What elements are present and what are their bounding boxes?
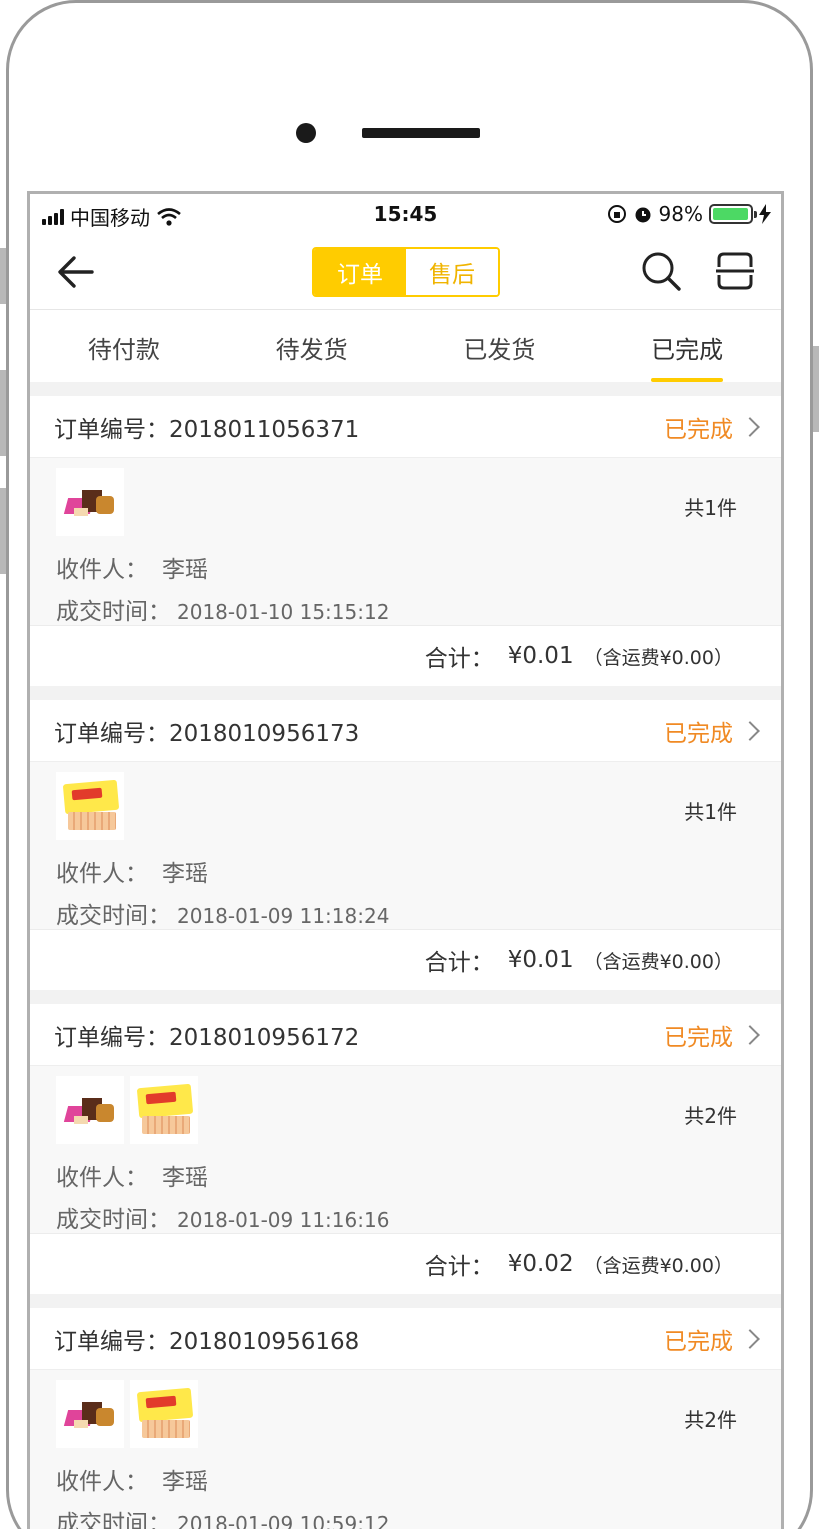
item-count: 共2件 bbox=[684, 1104, 737, 1128]
receiver-line: 收件人： 李瑶 bbox=[56, 557, 208, 583]
deal-time-line: 成交时间： 2018-01-09 11:18:24 bbox=[56, 903, 390, 929]
battery-icon bbox=[709, 204, 757, 224]
deal-time-line: 成交时间： 2018-01-10 15:15:12 bbox=[56, 599, 390, 625]
order-number: 订单编号：2018010956172 bbox=[54, 1024, 360, 1051]
scan-icon[interactable] bbox=[714, 250, 756, 292]
volume-down-button bbox=[0, 488, 6, 574]
order-detail[interactable]: 共1件 收件人： 李瑶 成交时间： 2018-01-10 15:15:12 bbox=[30, 458, 781, 626]
order-status-tabs: 待付款 待发货 已发货 已完成 bbox=[30, 310, 781, 382]
order-total: 合计： ¥0.01 （含运费¥0.00） bbox=[424, 643, 733, 672]
item-count: 共1件 bbox=[684, 496, 737, 520]
mute-switch bbox=[0, 248, 6, 304]
rotation-lock-icon bbox=[607, 205, 626, 223]
nav-bar: 订单 售后 bbox=[30, 234, 781, 310]
status-bar: 中国移动 15:45 98% bbox=[30, 194, 781, 234]
battery-percent: 98% bbox=[658, 202, 703, 226]
order-number: 订单编号：2018010956168 bbox=[54, 1328, 360, 1355]
product-thumbnail bbox=[56, 1076, 124, 1144]
order-card: 订单编号：2018011056371 已完成 共1件 收件人： 李瑶 成交时间： 2… bbox=[30, 396, 781, 686]
earpiece-speaker bbox=[362, 128, 480, 138]
order-number: 订单编号：2018011056371 bbox=[54, 416, 360, 443]
alarm-icon bbox=[635, 207, 651, 223]
order-status-link[interactable]: 已完成 bbox=[664, 410, 760, 444]
order-detail[interactable]: 共2件 收件人： 李瑶 成交时间： 2018-01-09 11:16:16 bbox=[30, 1066, 781, 1234]
tab-pending-shipment[interactable]: 待发货 bbox=[218, 310, 406, 382]
segment-orders[interactable]: 订单 bbox=[314, 249, 406, 295]
receiver-line: 收件人： 李瑶 bbox=[56, 1469, 208, 1495]
order-detail[interactable]: 共1件 收件人： 李瑶 成交时间： 2018-01-09 11:18:24 bbox=[30, 762, 781, 930]
order-total: 合计： ¥0.02 （含运费¥0.00） bbox=[424, 1251, 733, 1280]
product-thumbnail bbox=[130, 1076, 198, 1144]
receiver-line: 收件人： 李瑶 bbox=[56, 861, 208, 887]
front-camera bbox=[296, 123, 316, 143]
arrow-left-icon[interactable] bbox=[56, 254, 96, 290]
order-card: 订单编号：2018010956168 已完成 共2件 收件人： 李瑶 成交时间： 2… bbox=[30, 1308, 781, 1529]
order-aftersale-toggle: 订单 售后 bbox=[312, 247, 500, 297]
chevron-right-icon bbox=[740, 1328, 760, 1349]
chevron-right-icon bbox=[740, 416, 760, 437]
volume-up-button bbox=[0, 370, 6, 456]
deal-time-line: 成交时间： 2018-01-09 10:59:12 bbox=[56, 1511, 390, 1529]
deal-time-line: 成交时间： 2018-01-09 11:16:16 bbox=[56, 1207, 390, 1233]
order-header[interactable]: 订单编号：2018010956172 已完成 bbox=[30, 1004, 781, 1066]
charging-bolt-icon bbox=[759, 204, 771, 224]
power-button bbox=[813, 346, 819, 432]
app-screen: 中国移动 15:45 98% 订单 售后 待付款 待发货 已发货 已完成 订单编… bbox=[27, 191, 784, 1529]
order-number: 订单编号：2018010956173 bbox=[54, 720, 360, 747]
search-icon[interactable] bbox=[640, 250, 682, 292]
order-header[interactable]: 订单编号：2018011056371 已完成 bbox=[30, 396, 781, 458]
chevron-right-icon bbox=[740, 1024, 760, 1045]
item-count: 共2件 bbox=[684, 1408, 737, 1432]
product-thumbnail bbox=[130, 1380, 198, 1448]
order-header[interactable]: 订单编号：2018010956173 已完成 bbox=[30, 700, 781, 762]
tab-completed[interactable]: 已完成 bbox=[593, 310, 781, 382]
order-total: 合计： ¥0.01 （含运费¥0.00） bbox=[424, 947, 733, 976]
order-card: 订单编号：2018010956173 已完成 共1件 收件人： 李瑶 成交时间： 2… bbox=[30, 700, 781, 990]
tab-shipped[interactable]: 已发货 bbox=[406, 310, 594, 382]
item-count: 共1件 bbox=[684, 800, 737, 824]
product-thumbnail bbox=[56, 1380, 124, 1448]
receiver-line: 收件人： 李瑶 bbox=[56, 1165, 208, 1191]
order-list: 订单编号：2018011056371 已完成 共1件 收件人： 李瑶 成交时间： 2… bbox=[30, 396, 781, 1529]
order-status-link[interactable]: 已完成 bbox=[664, 1322, 760, 1356]
order-status-link[interactable]: 已完成 bbox=[664, 1018, 760, 1052]
order-detail[interactable]: 共2件 收件人： 李瑶 成交时间： 2018-01-09 10:59:12 bbox=[30, 1370, 781, 1529]
segment-aftersale[interactable]: 售后 bbox=[406, 249, 498, 295]
product-thumbnail bbox=[56, 772, 124, 840]
order-card: 订单编号：2018010956172 已完成 共2件 收件人： 李瑶 成交时间： 2… bbox=[30, 1004, 781, 1294]
order-header[interactable]: 订单编号：2018010956168 已完成 bbox=[30, 1308, 781, 1370]
tab-pending-payment[interactable]: 待付款 bbox=[30, 310, 218, 382]
product-thumbnail bbox=[56, 468, 124, 536]
order-status-link[interactable]: 已完成 bbox=[664, 714, 760, 748]
chevron-right-icon bbox=[740, 720, 760, 741]
